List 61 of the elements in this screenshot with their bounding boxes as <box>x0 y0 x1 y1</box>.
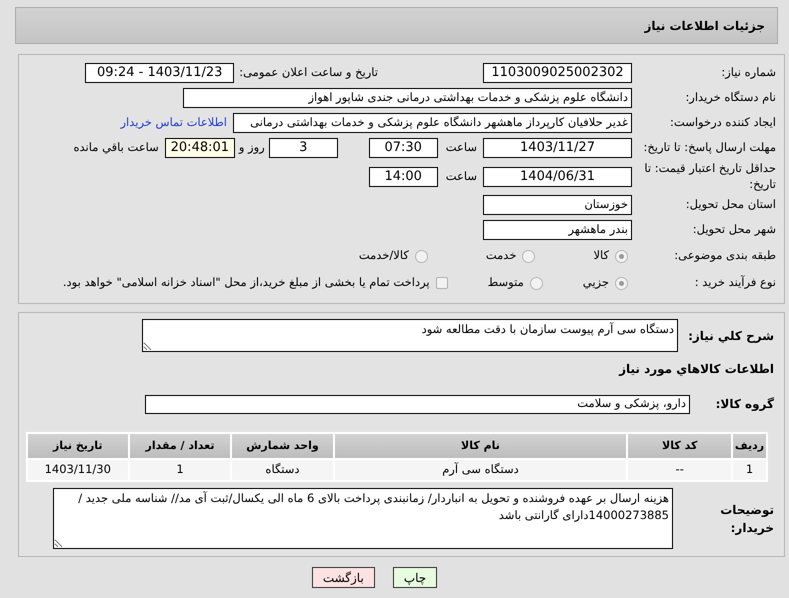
contact-link[interactable]: اطلاعات تماس خریدار <box>120 114 227 132</box>
input-field[interactable]: 1103009025002302 <box>483 63 632 83</box>
input-field[interactable]: هزینه ارسال بر عهده فروشنده و تحویل به انباردار/ زمانبندی پرداخت بالای 6 ماه الی یکسال/ثبت آی مد// شناسه ملی جدید / 14000273885دارای گارانتی باشد <box>53 488 673 550</box>
input-field[interactable]: 20:48:01 <box>164 138 235 158</box>
option-label: متوسط <box>488 274 524 292</box>
radio-button[interactable] <box>522 250 536 263</box>
field-label: ایجاد کننده درخواست: <box>669 115 777 131</box>
table-cell: دستگاه سی آرم <box>334 460 626 480</box>
input-field[interactable]: 1403/11/27 <box>483 138 632 158</box>
input-field[interactable]: 07:30 <box>368 138 438 158</box>
field-label: شماره نیاز: <box>720 65 777 81</box>
days-label: روز و <box>238 139 265 156</box>
radio-button[interactable] <box>615 250 628 263</box>
field-label: شرح کلي نیاز: <box>687 328 775 345</box>
page-title: جزئیات اطلاعات نیاز <box>644 18 765 34</box>
time-label: ساعت <box>446 168 477 185</box>
field-label: توضیحات خریدار: <box>719 502 775 537</box>
option-label: خدمت <box>486 247 516 264</box>
input-field[interactable]: 1403/11/23 - 09:24 <box>85 63 234 83</box>
input-field[interactable]: خوزستان <box>483 195 632 216</box>
time-label: ساعت <box>446 139 477 156</box>
radio-button[interactable] <box>615 276 628 290</box>
remaining-label: ساعت باقي مانده <box>74 139 159 156</box>
column-header: کد کالا <box>628 434 732 458</box>
field-label: استان محل تحویل: <box>684 197 777 213</box>
radio-button[interactable] <box>414 250 428 263</box>
table-cell: 1 <box>733 460 766 480</box>
field-label: مهلت ارسال پاسخ: تا تاریخ: <box>642 140 777 156</box>
print-button[interactable]: چاپ <box>392 567 438 588</box>
input-field[interactable]: 3 <box>268 138 338 158</box>
field-label: طبقه بندی موضوعی: <box>673 248 777 264</box>
option-label: جزیي <box>582 274 609 292</box>
input-field[interactable]: بندر ماهشهر <box>483 220 632 240</box>
option-label: کالا <box>593 247 609 264</box>
field-label: شهر محل تحویل: <box>692 222 777 238</box>
radio-button[interactable] <box>530 276 543 290</box>
input-field[interactable]: دستگاه سی آرم پیوست سازمان با دقت مطالعه شود <box>142 319 678 352</box>
column-header: تعداد / مقدار <box>130 434 230 458</box>
option-label: کالا/خدمت <box>358 247 409 264</box>
column-header: واحد شمارش <box>232 434 333 458</box>
column-header: نام کالا <box>334 434 626 458</box>
table-cell: دستگاه <box>232 460 333 480</box>
field-label: تاریخ و ساعت اعلان عمومی: <box>239 64 378 82</box>
table-cell: 1403/11/30 <box>28 460 128 480</box>
checkbox[interactable] <box>436 277 448 290</box>
input-field[interactable]: دارو، پزشکی و سلامت <box>145 394 690 414</box>
column-header: ردیف <box>733 434 766 458</box>
input-field[interactable]: دانشگاه علوم پزشکی و خدمات بهداشتی درمانی جندی شاپور اهواز <box>183 88 632 108</box>
field-label: نام دستگاه خریدار: <box>684 90 777 106</box>
input-field[interactable]: 14:00 <box>368 166 438 187</box>
table-cell: -- <box>628 460 732 480</box>
column-header: تاریخ نیاز <box>28 434 128 458</box>
field-label: گروه کالا: <box>714 396 775 414</box>
section-heading: اطلاعات كالاهاي مورد نیاز <box>618 361 774 378</box>
field-label: نوع فرآیند خرید : <box>694 275 777 291</box>
checkbox-label: پرداخت تمام یا بخشی از مبلغ خرید،از محل "اسناد خزانه اسلامی" خواهد بود. <box>62 274 430 292</box>
back-button[interactable]: بازگشت <box>312 567 375 588</box>
field-label: حداقل تاریخ اعتبار قیمت: تا تاریخ: <box>643 161 777 192</box>
table-cell: 1 <box>130 460 230 480</box>
input-field[interactable]: غدیر حلافیان کارپرداز ماهشهر دانشگاه علوم پزشکی و خدمات بهداشتی درمانی <box>233 113 632 133</box>
input-field[interactable]: 1404/06/31 <box>483 166 632 187</box>
